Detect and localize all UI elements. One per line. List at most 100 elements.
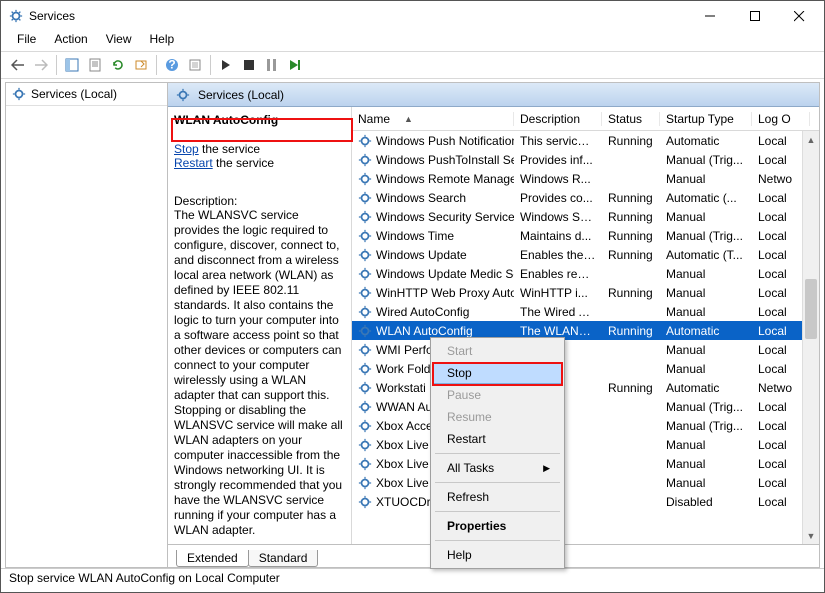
tree-root-item[interactable]: Services (Local) <box>6 83 167 106</box>
back-button[interactable] <box>7 54 29 76</box>
service-row[interactable]: XTUOCDrivOv...DisabledLocal <box>352 492 819 511</box>
context-separator <box>435 511 560 512</box>
toolbar-separator <box>156 55 157 75</box>
cell-startup: Automatic <box>660 324 752 338</box>
start-service-button[interactable] <box>215 54 237 76</box>
tree-root-label: Services (Local) <box>31 87 117 101</box>
cell-status: Running <box>602 229 660 243</box>
toolbar-separator <box>56 55 57 75</box>
service-row[interactable]: Windows SearchProvides co...RunningAutom… <box>352 188 819 207</box>
column-description[interactable]: Description <box>514 112 602 126</box>
service-row[interactable]: WWAN Auvice ...Manual (Trig...Local <box>352 397 819 416</box>
refresh-button[interactable] <box>107 54 129 76</box>
column-startup[interactable]: Startup Type <box>660 112 752 126</box>
cell-startup: Automatic <box>660 134 752 148</box>
cell-name: Windows Push Notification... <box>352 134 514 148</box>
cell-name: Windows PushToInstall Serv... <box>352 153 514 167</box>
service-row[interactable]: WinHTTP Web Proxy Auto-...WinHTTP i...Ru… <box>352 283 819 302</box>
context-item-stop[interactable]: Stop <box>433 362 562 384</box>
service-icon <box>358 305 372 319</box>
menu-help[interactable]: Help <box>142 31 183 51</box>
cell-startup: Manual <box>660 362 752 376</box>
context-item-restart[interactable]: Restart <box>433 428 562 450</box>
cell-startup: Automatic (T... <box>660 248 752 262</box>
context-item-resume: Resume <box>433 406 562 428</box>
stop-service-button[interactable] <box>238 54 260 76</box>
column-logon[interactable]: Log O <box>752 112 810 126</box>
cell-startup: Automatic (... <box>660 191 752 205</box>
column-status[interactable]: Status <box>602 112 660 126</box>
cell-desc: Maintains d... <box>514 229 602 243</box>
service-row[interactable]: Windows Security ServiceWindows Se...Run… <box>352 207 819 226</box>
restart-service-button[interactable] <box>284 54 306 76</box>
menu-view[interactable]: View <box>98 31 140 51</box>
cell-startup: Manual <box>660 305 752 319</box>
service-row[interactable]: Wired AutoConfigThe Wired A...ManualLoca… <box>352 302 819 321</box>
toolbar-separator <box>210 55 211 75</box>
vertical-scrollbar[interactable]: ▲ ▼ <box>802 131 819 544</box>
service-icon <box>358 495 372 509</box>
context-item-refresh[interactable]: Refresh <box>433 486 562 508</box>
context-item-properties[interactable]: Properties <box>433 515 562 537</box>
restart-link[interactable]: Restart <box>174 156 213 170</box>
service-icon <box>358 134 372 148</box>
pause-service-button[interactable] <box>261 54 283 76</box>
service-row[interactable]: Xbox Livevice ...ManualLocal <box>352 473 819 492</box>
context-separator <box>435 540 560 541</box>
help-button[interactable]: ? <box>161 54 183 76</box>
service-row[interactable]: Windows PushToInstall Serv...Provides in… <box>352 150 819 169</box>
properties-button[interactable] <box>84 54 106 76</box>
scroll-thumb[interactable] <box>805 279 817 339</box>
description-text: The WLANSVC service provides the logic r… <box>174 208 345 538</box>
column-name[interactable]: Name▲ <box>352 112 514 126</box>
tab-extended[interactable]: Extended <box>176 550 249 567</box>
service-row[interactable]: Windows TimeMaintains d...RunningManual … <box>352 226 819 245</box>
right-header-label: Services (Local) <box>198 88 284 102</box>
minimize-button[interactable] <box>687 2 732 30</box>
show-hide-tree-button[interactable] <box>61 54 83 76</box>
help-index-button[interactable] <box>184 54 206 76</box>
cell-desc: This service ... <box>514 134 602 148</box>
cell-startup: Automatic <box>660 381 752 395</box>
scroll-down-button[interactable]: ▼ <box>803 527 819 544</box>
service-list: Name▲ Description Status Startup Type Lo… <box>352 107 819 544</box>
export-button[interactable] <box>130 54 152 76</box>
tab-standard[interactable]: Standard <box>248 550 319 567</box>
cell-name: Windows Update <box>352 248 514 262</box>
menu-file[interactable]: File <box>9 31 44 51</box>
service-row[interactable]: WMI Perfos pe...ManualLocal <box>352 340 819 359</box>
service-row[interactable]: Windows Update Medic Ser...Enables rem..… <box>352 264 819 283</box>
close-button[interactable] <box>777 2 822 30</box>
cell-desc: Windows R... <box>514 172 602 186</box>
context-item-help[interactable]: Help <box>433 544 562 566</box>
service-row[interactable]: Windows UpdateEnables the ...RunningAuto… <box>352 245 819 264</box>
service-row[interactable]: Xbox Livevice ...ManualLocal <box>352 454 819 473</box>
cell-name: Windows Update Medic Ser... <box>352 267 514 281</box>
cell-name: Windows Remote Manage... <box>352 172 514 186</box>
service-row[interactable]: Windows Push Notification...This service… <box>352 131 819 150</box>
description-pane: WLAN AutoConfig Stop the service Restart… <box>168 107 352 544</box>
cell-name: WLAN AutoConfig <box>352 324 514 338</box>
scroll-up-button[interactable]: ▲ <box>803 131 819 148</box>
service-row[interactable]: WLAN AutoConfigThe WLANS...RunningAutoma… <box>352 321 819 340</box>
tree-pane: Services (Local) <box>6 83 168 567</box>
cell-startup: Manual <box>660 267 752 281</box>
service-icon <box>358 324 372 338</box>
client-area: Services (Local) Services (Local) WLAN A… <box>5 82 820 568</box>
service-icon <box>358 286 372 300</box>
forward-button[interactable] <box>30 54 52 76</box>
service-row[interactable]: Xbox Lives au...ManualLocal <box>352 435 819 454</box>
cell-name: Windows Security Service <box>352 210 514 224</box>
sort-asc-icon: ▲ <box>404 114 413 124</box>
stop-link[interactable]: Stop <box>174 142 199 156</box>
service-row[interactable]: Windows Remote Manage...Windows R...Manu… <box>352 169 819 188</box>
context-item-all-tasks[interactable]: All Tasks▶ <box>433 457 562 479</box>
service-icon <box>358 476 372 490</box>
service-row[interactable]: Xbox Accevice ...Manual (Trig...Local <box>352 416 819 435</box>
service-row[interactable]: Work Foldvice ...ManualLocal <box>352 359 819 378</box>
service-row[interactable]: Workstatind...RunningAutomaticNetwo <box>352 378 819 397</box>
cell-startup: Manual <box>660 286 752 300</box>
cell-startup: Manual (Trig... <box>660 419 752 433</box>
maximize-button[interactable] <box>732 2 777 30</box>
menu-action[interactable]: Action <box>46 31 95 51</box>
